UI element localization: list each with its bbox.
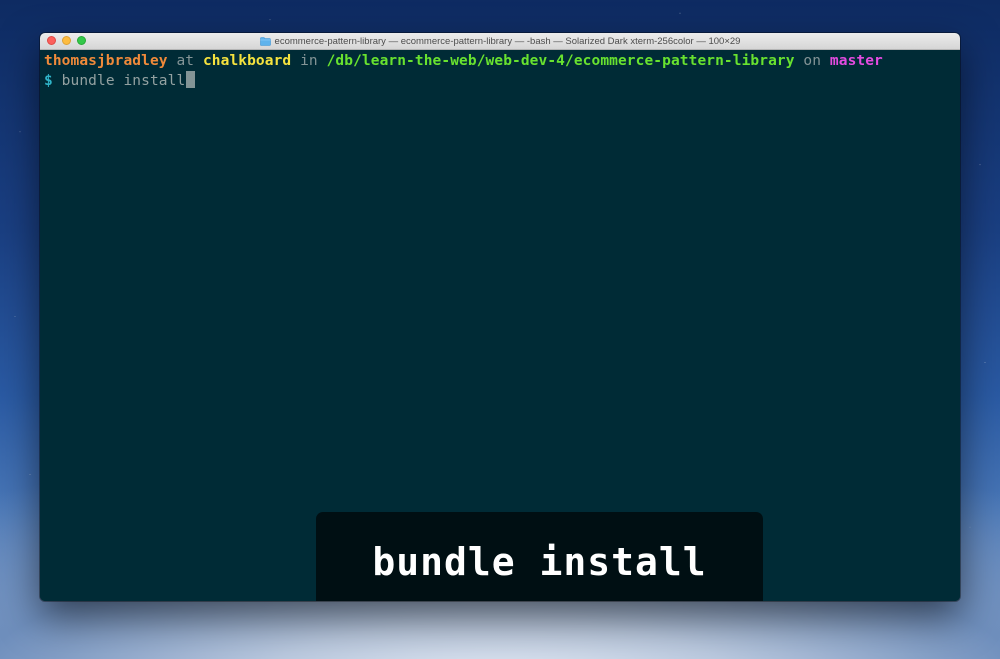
command-line[interactable]: $ bundle install (44, 71, 956, 91)
prompt-at: at (167, 53, 203, 69)
command-text: bundle install (52, 73, 186, 89)
minimize-button[interactable] (62, 36, 71, 45)
window-title: ecommerce-pattern-library — ecommerce-pa… (259, 35, 741, 47)
prompt-host: chalkboard (202, 53, 292, 69)
window-controls (47, 36, 86, 45)
prompt-line: thomasjbradley at chalkboard in /db/lear… (44, 52, 956, 71)
window-title-text: ecommerce-pattern-library — ecommerce-pa… (274, 35, 741, 47)
text-cursor (186, 71, 196, 88)
command-caption: bundle install (316, 512, 763, 601)
caption-text: bundle install (372, 539, 707, 584)
terminal-window: ecommerce-pattern-library — ecommerce-pa… (40, 33, 960, 601)
prompt-on: on (794, 53, 830, 69)
prompt-symbol: $ (44, 73, 53, 89)
zoom-button[interactable] (77, 36, 86, 45)
prompt-user: thomasjbradley (44, 53, 168, 69)
window-titlebar[interactable]: ecommerce-pattern-library — ecommerce-pa… (40, 33, 960, 50)
prompt-in: in (291, 53, 327, 69)
prompt-path: /db/learn-the-web/web-dev-4/ecommerce-pa… (326, 53, 795, 69)
folder-icon (259, 36, 271, 46)
close-button[interactable] (47, 36, 56, 45)
prompt-branch: master (829, 53, 883, 69)
